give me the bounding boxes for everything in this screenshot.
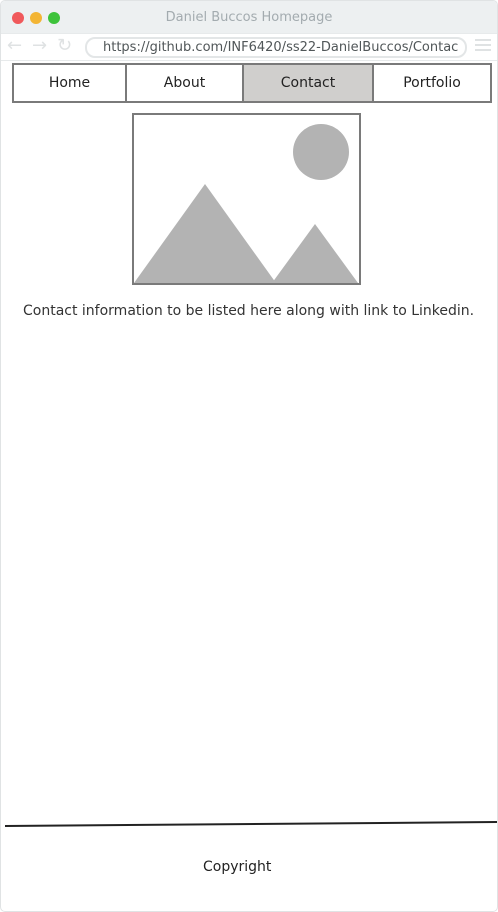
address-bar[interactable]: https://github.com/INF6420/ss22-DanielBu…	[85, 37, 467, 58]
nav-item-about[interactable]: About	[127, 65, 244, 101]
title-bar: Daniel Buccos Homepage	[1, 1, 497, 33]
forward-arrow-icon[interactable]: →	[32, 36, 47, 56]
nav-item-contact[interactable]: Contact	[244, 65, 374, 101]
window-title: Daniel Buccos Homepage	[165, 10, 333, 25]
browser-window: Daniel Buccos Homepage ← → ↻ https://git…	[0, 0, 498, 912]
hamburger-menu-icon[interactable]	[475, 39, 491, 53]
main-navigation: Home About Contact Portfolio	[12, 63, 492, 103]
nav-item-home[interactable]: Home	[14, 65, 127, 101]
image-placeholder-icon	[134, 124, 358, 283]
nav-item-portfolio[interactable]: Portfolio	[374, 65, 490, 101]
url-text: https://github.com/INF6420/ss22-DanielBu…	[103, 40, 459, 55]
copyright-text: Copyright	[203, 859, 272, 875]
browser-toolbar: ← → ↻ https://github.com/INF6420/ss22-Da…	[1, 33, 497, 61]
reload-icon[interactable]: ↻	[57, 36, 72, 56]
hero-image-placeholder	[132, 113, 361, 285]
back-arrow-icon[interactable]: ←	[7, 36, 22, 56]
contact-info-text: Contact information to be listed here al…	[23, 303, 475, 319]
footer-divider	[4, 821, 497, 827]
